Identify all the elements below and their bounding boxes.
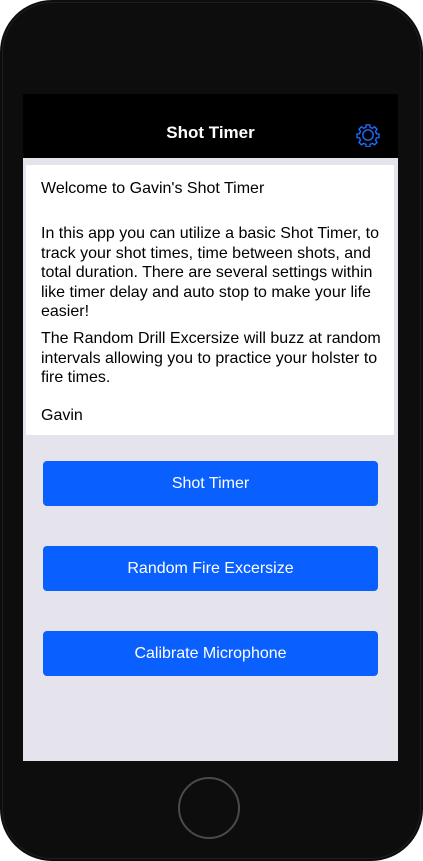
welcome-card: Welcome to Gavin's Shot Timer In this ap… bbox=[26, 165, 394, 435]
welcome-heading: Welcome to Gavin's Shot Timer bbox=[41, 180, 265, 197]
settings-button[interactable] bbox=[356, 123, 380, 147]
home-button[interactable] bbox=[178, 777, 240, 839]
calibrate-microphone-button[interactable]: Calibrate Microphone bbox=[43, 631, 378, 676]
page-title: Shot Timer bbox=[166, 123, 255, 142]
random-fire-button[interactable]: Random Fire Excersize bbox=[43, 546, 378, 591]
welcome-paragraph-intro: In this app you can utilize a basic Shot… bbox=[41, 225, 379, 320]
gear-icon bbox=[356, 124, 380, 147]
welcome-paragraph-drill: The Random Drill Excersize will buzz at … bbox=[41, 330, 381, 386]
shot-timer-button[interactable]: Shot Timer bbox=[43, 461, 378, 506]
navigation-bar: Shot Timer bbox=[23, 94, 398, 158]
app-screen: Shot Timer Welcome to Gavin's Shot Timer… bbox=[23, 94, 398, 761]
welcome-signature: Gavin bbox=[41, 407, 83, 424]
phone-device: Shot Timer Welcome to Gavin's Shot Timer… bbox=[0, 0, 423, 861]
